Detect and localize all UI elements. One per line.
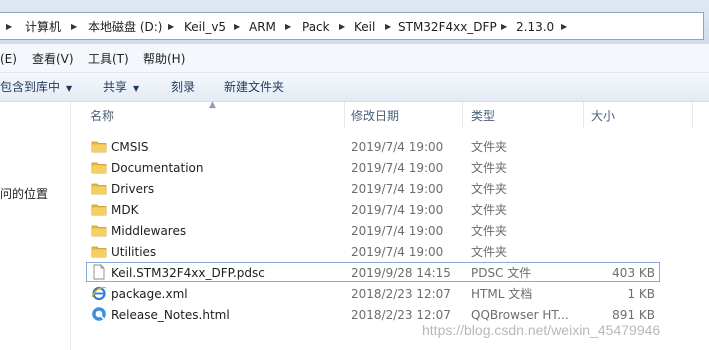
file-date: 2019/7/4 19:00 [351,140,444,154]
file-date: 2019/7/4 19:00 [351,245,444,259]
column-divider[interactable] [344,102,345,128]
file-row[interactable]: CMSIS 2019/7/4 19:00 文件夹 [86,136,660,156]
file-name: Keil.STM32F4xx_DFP.pdsc [111,266,265,280]
breadcrumb-local-disk[interactable]: 本地磁盘 (D:) [88,18,162,36]
breadcrumb-arm[interactable]: ARM [249,18,276,36]
navigation-pane: 问的位置 [0,102,71,350]
file-size: 403 KB [612,266,655,280]
include-in-library-label: 包含到库中 [0,80,61,94]
column-header-row: ▲ 名称 修改日期 类型 大小 [78,100,698,128]
file-row[interactable]: Utilities 2019/7/4 19:00 文件夹 [86,241,660,261]
chevron-right-icon[interactable]: ▶ [71,18,77,36]
column-divider[interactable] [462,102,463,128]
address-bar-area: ▶ 计算机 ▶ 本地磁盘 (D:) ▶ Keil_v5 ▶ ARM ▶ Pack… [0,0,709,44]
file-date: 2019/7/4 19:00 [351,182,444,196]
file-name: Drivers [111,182,155,196]
folder-icon [91,246,107,258]
file-size: 1 KB [627,287,655,301]
chevron-right-icon[interactable]: ▶ [501,18,507,36]
menu-edit[interactable]: (E) [0,51,17,67]
dropdown-arrow-icon: ▼ [133,84,140,93]
column-header-date[interactable]: 修改日期 [351,108,399,124]
file-name: Middlewares [111,224,187,238]
file-row[interactable]: package.xml 2018/2/23 12:07 HTML 文档 1 KB [86,283,660,303]
folder-icon [91,204,107,216]
file-date: 2018/2/23 12:07 [351,287,451,301]
file-type: 文件夹 [471,224,508,238]
breadcrumb-stm32f4xx-dfp[interactable]: STM32F4xx_DFP [398,18,497,36]
chevron-right-icon[interactable]: ▶ [339,18,345,36]
sort-ascending-icon: ▲ [209,100,216,110]
folder-icon [91,225,107,237]
column-divider[interactable] [583,102,584,128]
include-in-library-button[interactable]: 包含到库中 ▼ [0,79,72,95]
breadcrumb-computer[interactable]: 计算机 [25,18,61,36]
file-date: 2018/2/23 12:07 [351,308,451,322]
file-row[interactable]: Documentation 2019/7/4 19:00 文件夹 [86,157,660,177]
column-divider[interactable] [692,102,693,128]
chevron-right-icon[interactable]: ▶ [385,18,391,36]
chevron-right-icon[interactable]: ▶ [6,18,12,36]
chevron-right-icon[interactable]: ▶ [285,18,291,36]
address-bar[interactable]: ▶ 计算机 ▶ 本地磁盘 (D:) ▶ Keil_v5 ▶ ARM ▶ Pack… [0,12,704,40]
menu-bar: (E) 查看(V) 工具(T) 帮助(H) [0,44,709,73]
menu-view[interactable]: 查看(V) [32,51,74,67]
file-name: Documentation [111,161,204,175]
breadcrumb-keil-v5[interactable]: Keil_v5 [184,18,226,36]
new-folder-button[interactable]: 新建文件夹 [224,79,284,95]
column-header-size[interactable]: 大小 [591,108,615,124]
folder-icon [91,183,107,195]
file-type: 文件夹 [471,161,508,175]
file-name: MDK [111,203,139,217]
ie-icon [91,286,107,301]
folder-icon [91,141,107,153]
burn-button[interactable]: 刻录 [171,79,195,95]
share-label: 共享 [103,80,128,94]
column-header-type[interactable]: 类型 [471,108,495,124]
document-icon [93,264,105,280]
file-row[interactable]: Release_Notes.html 2018/2/23 12:07 QQBro… [86,304,660,324]
file-type: PDSC 文件 [471,266,532,280]
chevron-right-icon[interactable]: ▶ [168,18,174,36]
qqbrowser-icon [92,307,106,321]
share-button[interactable]: 共享 ▼ [103,79,139,95]
file-row[interactable]: Middlewares 2019/7/4 19:00 文件夹 [86,220,660,240]
breadcrumb-version[interactable]: 2.13.0 [516,18,554,36]
nav-item-recent-places[interactable]: 问的位置 [0,185,48,202]
file-date: 2019/7/4 19:00 [351,203,444,217]
file-row[interactable]: MDK 2019/7/4 19:00 文件夹 [86,199,660,219]
file-name: CMSIS [111,140,149,154]
dropdown-arrow-icon: ▼ [66,84,73,93]
breadcrumb-keil[interactable]: Keil [354,18,375,36]
file-name: Utilities [111,245,157,259]
menu-help[interactable]: 帮助(H) [143,51,185,67]
file-type: 文件夹 [471,140,508,154]
file-date: 2019/9/28 14:15 [351,266,451,280]
file-name: Release_Notes.html [111,308,230,322]
chevron-right-icon[interactable]: ▶ [561,18,567,36]
folder-icon [91,162,107,174]
chevron-right-icon[interactable]: ▶ [234,18,240,36]
breadcrumb-pack[interactable]: Pack [302,18,330,36]
command-bar: 包含到库中 ▼ 共享 ▼ 刻录 新建文件夹 [0,73,709,102]
file-type: 文件夹 [471,203,508,217]
file-name: package.xml [111,287,188,301]
file-date: 2019/7/4 19:00 [351,224,444,238]
menu-tools[interactable]: 工具(T) [88,51,129,67]
watermark-text: https://blog.csdn.net/weixin_45479946 [422,322,661,338]
file-type: 文件夹 [471,182,508,196]
file-type: HTML 文档 [471,287,533,301]
file-type: 文件夹 [471,245,508,259]
file-size: 891 KB [612,308,655,322]
file-date: 2019/7/4 19:00 [351,161,444,175]
file-row-selected[interactable]: Keil.STM32F4xx_DFP.pdsc 2019/9/28 14:15 … [86,262,660,282]
file-type: QQBrowser HT... [471,308,569,322]
file-row[interactable]: Drivers 2019/7/4 19:00 文件夹 [86,178,660,198]
column-header-name[interactable]: 名称 [90,108,114,124]
